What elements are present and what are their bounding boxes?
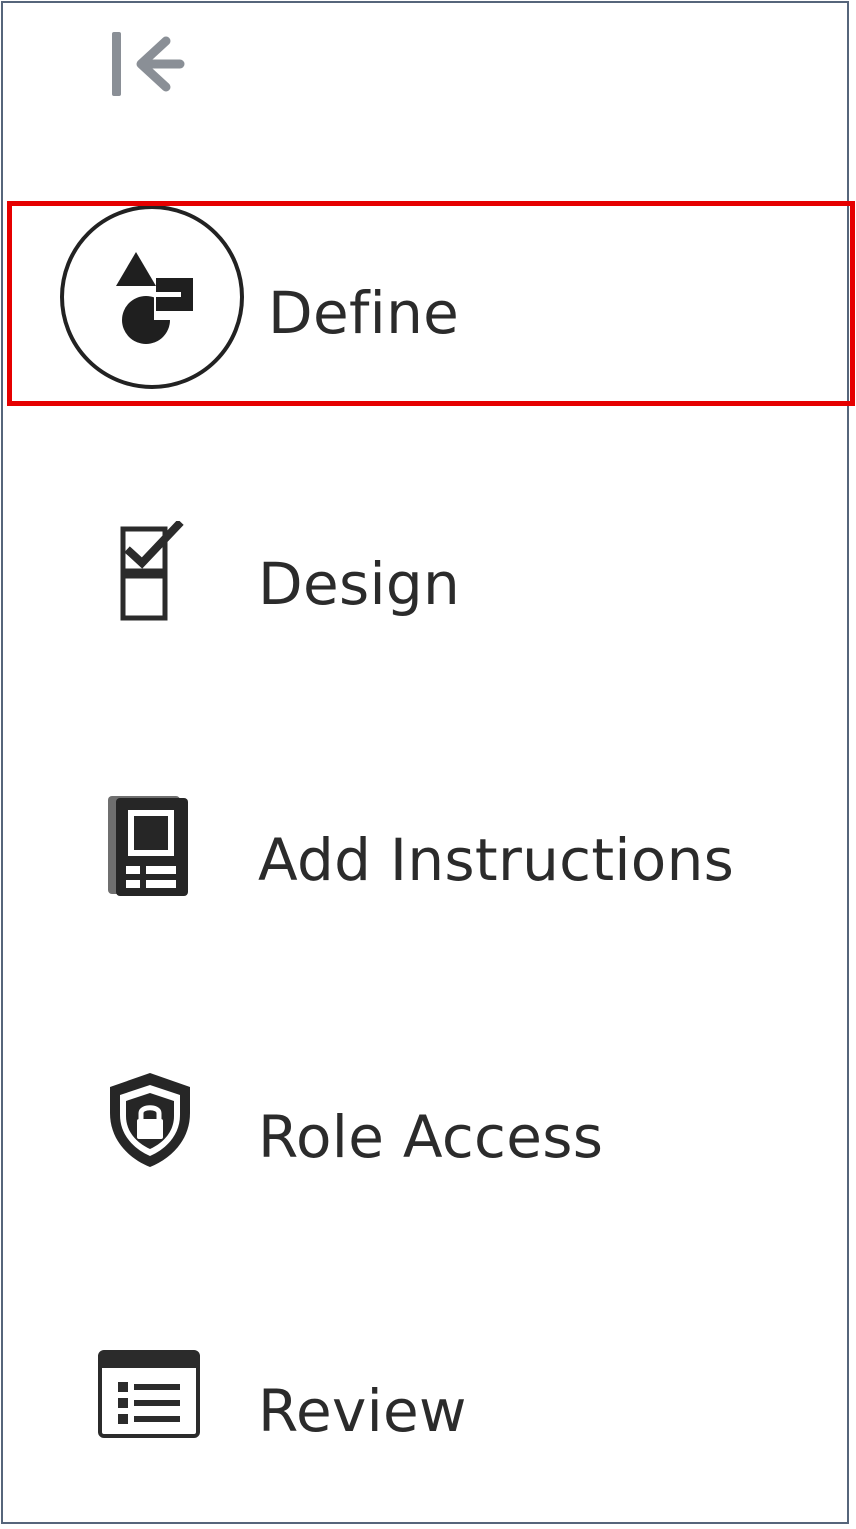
list-window-icon [98,1350,200,1438]
step-design[interactable]: Design [0,485,846,685]
step-label-design: Design [258,550,461,618]
shield-lock-icon [110,1073,190,1167]
step-add-instructions[interactable]: Add Instructions [0,760,846,960]
collapse-panel-button[interactable] [104,26,188,102]
step-review[interactable]: Review [0,1310,846,1510]
shapes-icon [116,252,193,344]
instructions-device-icon [108,796,188,896]
step-label-define: Define [268,279,460,347]
step-label-add-instructions: Add Instructions [258,826,735,894]
step-label-review: Review [258,1377,467,1445]
collapse-left-icon [112,32,185,96]
step-role-access[interactable]: Role Access [0,1035,846,1235]
step-define[interactable]: Define [0,200,846,400]
checklist-icon [120,521,184,621]
step-label-role-access: Role Access [258,1103,604,1171]
